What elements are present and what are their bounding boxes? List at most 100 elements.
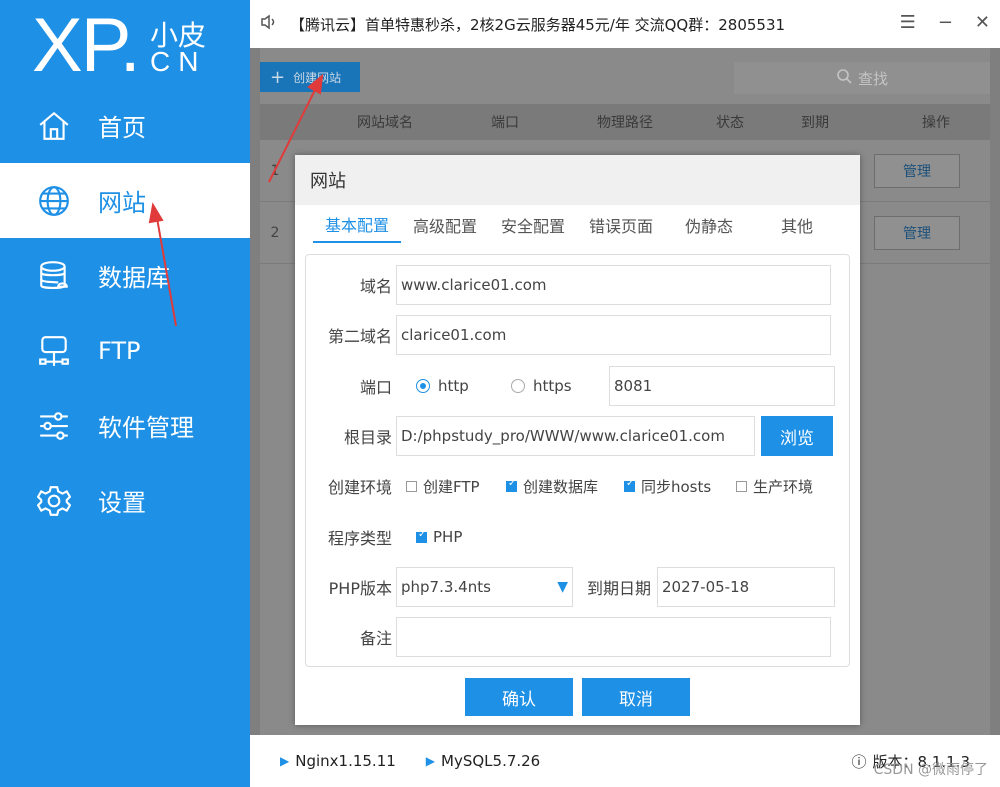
checkbox-icon xyxy=(736,480,747,492)
announcement-text[interactable]: 【腾讯云】首单特惠秒杀，2核2G云服务器45元/年 交流QQ群：2805531 xyxy=(290,14,785,35)
php-version-select[interactable]: php7.3.4nts ▼ xyxy=(396,567,573,607)
note-label: 备注 xyxy=(359,629,392,648)
tab-basic[interactable]: 基本配置 xyxy=(313,207,401,243)
port-input[interactable]: 8081 xyxy=(609,366,835,406)
checkbox-checked-icon xyxy=(416,529,427,543)
http-radio[interactable]: http xyxy=(416,377,511,395)
close-icon[interactable]: ✕ xyxy=(975,12,990,33)
dialog-title: 网站 xyxy=(295,155,860,205)
announcement-bar: 【腾讯云】首单特惠秒杀，2核2G云服务器45元/年 交流QQ群：2805531 xyxy=(250,0,1000,48)
table-header: 网站域名 端口 物理路径 状态 到期 操作 xyxy=(260,104,990,140)
env-row: 创建环境 创建FTP 创建数据库 同步hosts 生产环境 xyxy=(306,466,851,506)
checkbox-checked-icon xyxy=(506,478,517,492)
tab-rewrite[interactable]: 伪静态 xyxy=(665,207,753,243)
root-input[interactable]: D:/phpstudy_pro/WWW/www.clarice01.com xyxy=(396,416,755,456)
play-icon: ▶ xyxy=(425,754,436,768)
plus-icon: + xyxy=(270,66,286,88)
domain-input[interactable]: www.clarice01.com xyxy=(396,265,831,305)
ftp-icon xyxy=(36,333,72,369)
env-option-label: 同步hosts xyxy=(641,477,712,496)
env-option-label: 创建数据库 xyxy=(523,477,599,496)
app-logo: XP. 小皮 CN xyxy=(32,3,242,88)
nginx-label: Nginx1.15.11 xyxy=(295,752,396,770)
env-option-db[interactable]: 创建数据库 xyxy=(506,476,624,497)
sidebar-nav: 首页 网站 数据库 FTP 软件管理 设置 xyxy=(0,88,250,538)
info-icon: ⓘ xyxy=(851,752,867,771)
nginx-status[interactable]: ▶ Nginx1.15.11 xyxy=(280,752,396,770)
manage-button[interactable]: 管理 xyxy=(874,153,960,188)
tab-error-pages[interactable]: 错误页面 xyxy=(577,207,665,243)
sidebar-item-home[interactable]: 首页 xyxy=(0,88,250,163)
gear-icon xyxy=(36,483,72,519)
mysql-status[interactable]: ▶ MySQL5.7.26 xyxy=(426,752,540,770)
sidebar-item-software[interactable]: 软件管理 xyxy=(0,388,250,463)
env-option-label: 创建FTP xyxy=(423,477,480,496)
env-label: 创建环境 xyxy=(327,478,392,497)
root-row: 根目录 D:/phpstudy_pro/WWW/www.clarice01.co… xyxy=(306,416,851,456)
logo-cn2: CN xyxy=(150,46,207,77)
php-version-value: php7.3.4nts xyxy=(401,578,491,596)
window-controls: ☰ − ✕ xyxy=(900,12,990,33)
website-dialog: 网站 基本配置 高级配置 安全配置 错误页面 伪静态 其他 域名 www.cla… xyxy=(295,155,860,725)
speaker-icon xyxy=(260,13,282,35)
minimize-icon[interactable]: − xyxy=(938,12,953,33)
basic-config-form: 域名 www.clarice01.com 第二域名 clarice01.com … xyxy=(305,254,850,667)
sliders-icon xyxy=(36,408,72,444)
tab-other[interactable]: 其他 xyxy=(753,207,841,243)
create-website-label: 创建网站 xyxy=(293,70,342,85)
logo-xp: XP. xyxy=(32,3,141,88)
sidebar-item-settings[interactable]: 设置 xyxy=(0,463,250,538)
search-box[interactable]: 查找 xyxy=(734,62,990,94)
type-option-php[interactable]: PHP xyxy=(416,528,462,546)
tab-security[interactable]: 安全配置 xyxy=(489,207,577,243)
port-label: 端口 xyxy=(359,378,392,397)
sidebar: XP. 小皮 CN 首页 网站 数据库 FTP 软件管理 设置 xyxy=(0,0,250,787)
port-row: 端口 http https 8081 xyxy=(306,366,851,406)
manage-button[interactable]: 管理 xyxy=(874,215,960,250)
home-icon xyxy=(36,108,72,144)
cancel-button[interactable]: 取消 xyxy=(582,678,690,716)
type-option-label: PHP xyxy=(433,528,463,546)
env-option-hosts[interactable]: 同步hosts xyxy=(624,476,736,497)
database-icon xyxy=(36,258,72,294)
mysql-label: MySQL5.7.26 xyxy=(441,752,541,770)
domain2-row: 第二域名 clarice01.com xyxy=(306,315,851,355)
row-number: 1 xyxy=(270,162,280,179)
row-number: 2 xyxy=(270,224,280,241)
sidebar-item-website[interactable]: 网站 xyxy=(0,163,250,238)
env-option-label: 生产环境 xyxy=(753,477,814,496)
domain-label: 域名 xyxy=(359,277,392,296)
expire-label: 到期日期 xyxy=(586,579,651,598)
https-radio[interactable]: https xyxy=(511,377,609,395)
domain2-input[interactable]: clarice01.com xyxy=(396,315,831,355)
tab-advanced[interactable]: 高级配置 xyxy=(401,207,489,243)
radio-unchecked-icon xyxy=(511,379,525,393)
menu-icon[interactable]: ☰ xyxy=(900,12,916,33)
type-label: 程序类型 xyxy=(327,529,392,548)
col-port: 端口 xyxy=(491,115,519,131)
radio-checked-icon xyxy=(416,379,430,393)
sidebar-item-label: 软件管理 xyxy=(98,414,194,442)
sidebar-item-ftp[interactable]: FTP xyxy=(0,313,250,388)
domain2-label: 第二域名 xyxy=(327,327,392,346)
sidebar-item-label: 数据库 xyxy=(98,264,170,292)
col-domain: 网站域名 xyxy=(357,115,413,131)
create-website-button[interactable]: + 创建网站 xyxy=(260,62,360,92)
search-icon xyxy=(836,68,852,88)
sidebar-item-label: 首页 xyxy=(98,114,146,142)
sidebar-item-label: 网站 xyxy=(98,189,146,217)
confirm-button[interactable]: 确认 xyxy=(465,678,573,716)
env-option-production[interactable]: 生产环境 xyxy=(736,476,813,497)
col-path: 物理路径 xyxy=(597,115,653,131)
expire-input[interactable]: 2027-05-18 xyxy=(657,567,835,607)
sidebar-item-database[interactable]: 数据库 xyxy=(0,238,250,313)
https-label: https xyxy=(533,377,572,395)
browse-button[interactable]: 浏览 xyxy=(761,416,833,456)
search-label: 查找 xyxy=(857,69,888,88)
col-expire: 到期 xyxy=(801,115,829,131)
env-option-ftp[interactable]: 创建FTP xyxy=(406,476,506,497)
checkbox-icon xyxy=(406,480,417,492)
checkbox-checked-icon xyxy=(624,478,635,492)
sidebar-item-label: FTP xyxy=(98,336,141,365)
note-input[interactable] xyxy=(396,617,831,657)
